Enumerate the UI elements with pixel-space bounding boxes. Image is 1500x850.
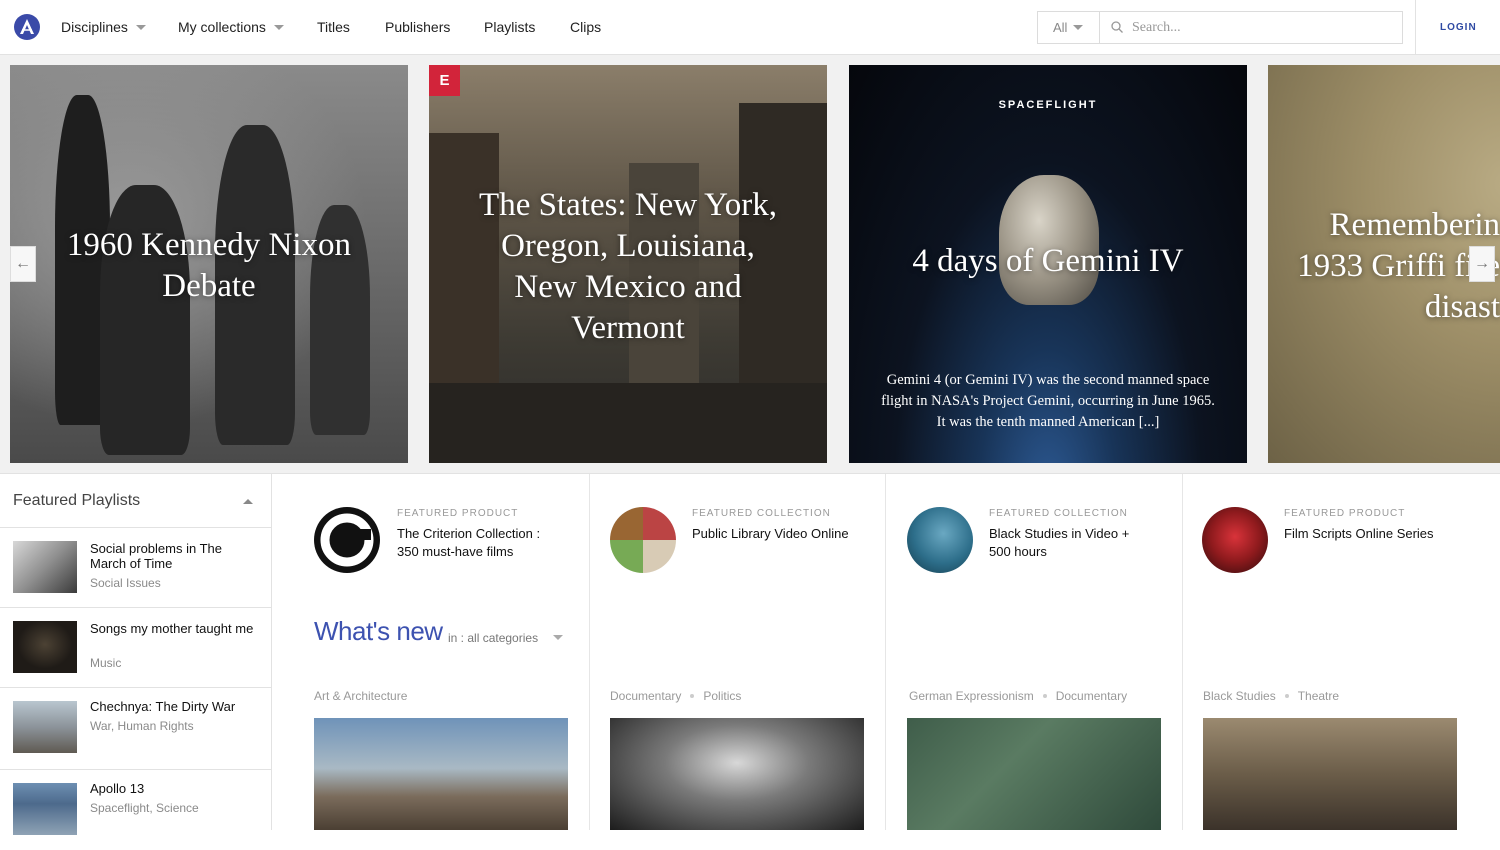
nav-titles[interactable]: Titles: [317, 19, 350, 35]
tag-link[interactable]: Theatre: [1298, 689, 1339, 703]
chevron-down-icon: [273, 25, 284, 30]
public-library-collage-icon[interactable]: [610, 507, 676, 573]
featured-title[interactable]: The Criterion Collection : 350 must-have…: [397, 525, 557, 561]
arrow-left-icon: ←: [15, 255, 31, 272]
carousel-next-button[interactable]: →: [1469, 246, 1495, 282]
hero-slide-title: Rememberin 1933 Griffi fire disast: [1297, 207, 1500, 325]
hero-slide-kennedy-nixon[interactable]: 1960 Kennedy Nixon Debate: [10, 65, 408, 463]
featured-playlists-panel: Featured Playlists Social problems in Th…: [0, 474, 272, 835]
playlist-title: Songs my mother taught me: [90, 621, 254, 636]
featured-kicker: FEATURED PRODUCT: [1284, 508, 1406, 519]
hero-slide-gemini-iv[interactable]: SPACEFLIGHT 4 days of Gemini IV Gemini 4…: [849, 65, 1247, 463]
search-input[interactable]: [1132, 16, 1392, 40]
alexander-street-logo-icon[interactable]: [14, 14, 40, 40]
film-scripts-portrait-icon[interactable]: [1202, 507, 1268, 573]
whats-new-heading: What's new: [314, 616, 443, 646]
top-navigation: Disciplines My collections Titles Publis…: [0, 0, 1500, 55]
featured-kicker: FEATURED COLLECTION: [692, 508, 831, 519]
search-scope-select[interactable]: All: [1038, 12, 1100, 43]
nav-divider: [1415, 0, 1416, 55]
playlist-item[interactable]: Social problems in The March of Time Soc…: [0, 528, 271, 608]
separator-dot: [1042, 694, 1047, 698]
arrow-right-icon: →: [1474, 255, 1490, 272]
nav-my-collections[interactable]: My collections: [178, 19, 284, 35]
playlist-item[interactable]: Chechnya: The Dirty War War, Human Right…: [0, 688, 271, 770]
featured-title[interactable]: Film Scripts Online Series: [1284, 525, 1444, 543]
playlist-item[interactable]: Apollo 13 Spaceflight, Science: [0, 770, 271, 850]
nav-playlists[interactable]: Playlists: [484, 19, 535, 35]
separator-dot: [690, 694, 695, 698]
card-tags: German Expressionism Documentary: [909, 689, 1127, 703]
playlist-thumbnail: [13, 621, 77, 673]
card-thumbnail-documentary[interactable]: [610, 718, 864, 830]
card-thumbnail-nosferatu[interactable]: [907, 718, 1161, 830]
nav-my-collections-label: My collections: [178, 19, 266, 35]
hero-carousel: 1960 Kennedy Nixon Debate E The States: …: [0, 55, 1500, 474]
nav-disciplines-label: Disciplines: [61, 19, 128, 35]
featured-playlists-title: Featured Playlists: [13, 492, 141, 509]
hero-slide-title: The States: New York, Oregon, Louisiana,…: [479, 187, 777, 346]
search-bar: All: [1037, 11, 1403, 44]
hero-slide-title: 1960 Kennedy Nixon Debate: [66, 227, 352, 304]
tag-link[interactable]: Politics: [703, 689, 741, 703]
tag-link[interactable]: German Expressionism: [909, 689, 1034, 703]
criterion-logo-icon[interactable]: [314, 507, 380, 573]
hero-slide-kicker: SPACEFLIGHT: [998, 99, 1098, 111]
tag-link[interactable]: Black Studies: [1203, 689, 1276, 703]
card-tags: Documentary Politics: [610, 689, 741, 703]
playlist-category: Social Issues: [90, 576, 161, 590]
tag-link[interactable]: Documentary: [1056, 689, 1127, 703]
nav-publishers[interactable]: Publishers: [385, 19, 450, 35]
category-filter-value: all categories: [467, 631, 539, 645]
featured-playlists-header[interactable]: Featured Playlists: [0, 474, 271, 528]
search-scope-value: All: [1053, 20, 1068, 35]
tag-link[interactable]: Art & Architecture: [314, 689, 407, 703]
card-tags: Black Studies Theatre: [1203, 689, 1339, 703]
login-link[interactable]: LOGIN: [1440, 22, 1477, 33]
chevron-down-icon: [135, 25, 146, 30]
carousel-prev-button[interactable]: ←: [10, 246, 36, 282]
playlist-category: Spaceflight, Science: [90, 801, 199, 815]
hero-slide-description: Gemini 4 (or Gemini IV) was the second m…: [881, 372, 1215, 430]
nav-clips[interactable]: Clips: [570, 19, 601, 35]
playlist-thumbnail: [13, 701, 77, 753]
playlist-title: Chechnya: The Dirty War: [90, 699, 236, 714]
featured-kicker: FEATURED PRODUCT: [397, 508, 519, 519]
card-tags: Art & Architecture: [314, 689, 407, 703]
playlist-thumbnail: [13, 783, 77, 835]
hero-slide-griffith-fire[interactable]: Rememberin 1933 Griffi fire disast: [1268, 65, 1500, 463]
photo-astronaut: [999, 175, 1099, 305]
playlist-title: Apollo 13: [90, 781, 145, 796]
featured-title[interactable]: Public Library Video Online: [692, 525, 852, 543]
playlist-category: Music: [90, 656, 122, 670]
nav-disciplines[interactable]: Disciplines: [61, 19, 146, 35]
chevron-down-icon: [553, 635, 564, 640]
playlist-title: Social problems in The March of Time: [90, 541, 222, 571]
chevron-down-icon: [1073, 25, 1084, 30]
educational-badge: E: [429, 65, 460, 96]
hero-slide-title: 4 days of Gemini IV: [912, 243, 1184, 279]
search-icon: [1111, 21, 1123, 33]
hero-slide-the-states[interactable]: E The States: New York, Oregon, Louisian…: [429, 65, 827, 463]
card-thumbnail-theatre[interactable]: [1203, 718, 1457, 830]
photo-street: [429, 383, 827, 463]
card-thumbnail-architecture[interactable]: [314, 718, 568, 830]
playlist-thumbnail: [13, 541, 77, 593]
featured-title[interactable]: Black Studies in Video + 500 hours: [989, 525, 1149, 561]
playlist-item[interactable]: Songs my mother taught me Music: [0, 608, 271, 688]
playlist-category: War, Human Rights: [90, 719, 194, 733]
collapse-caret-icon[interactable]: [243, 499, 253, 504]
separator-dot: [1284, 694, 1289, 698]
black-studies-portrait-icon[interactable]: [907, 507, 973, 573]
category-filter-label: in :: [448, 631, 465, 645]
featured-kicker: FEATURED COLLECTION: [989, 508, 1128, 519]
category-filter[interactable]: in : all categories: [448, 631, 564, 645]
tag-link[interactable]: Documentary: [610, 689, 681, 703]
